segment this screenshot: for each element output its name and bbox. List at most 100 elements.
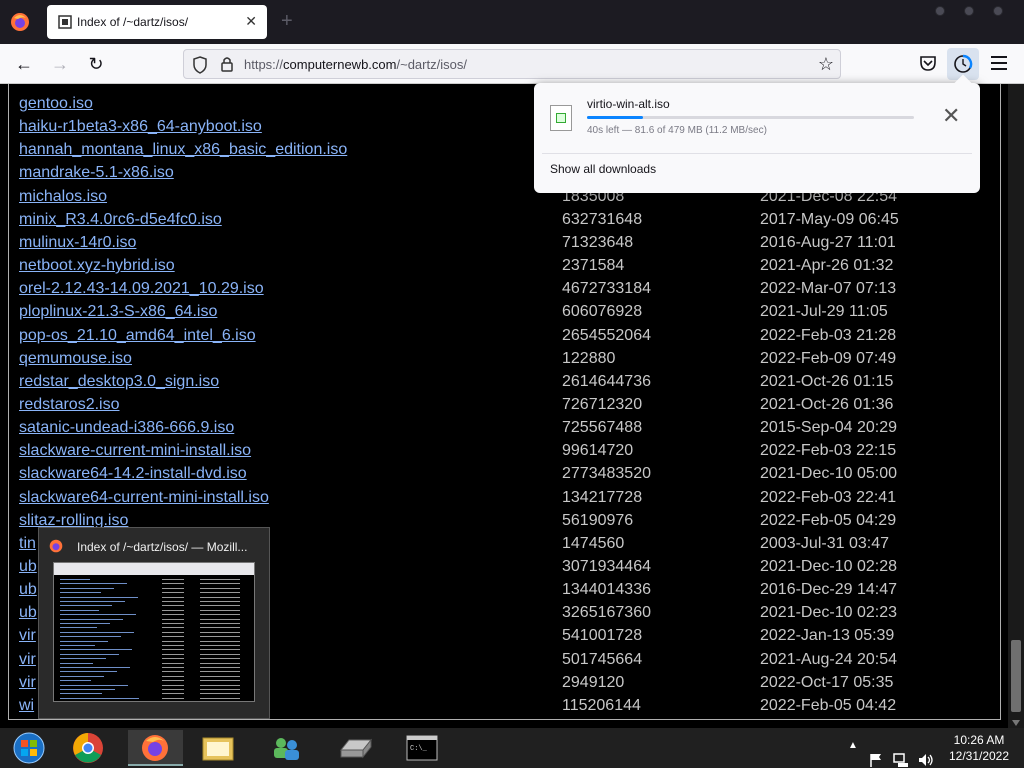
new-tab-button[interactable]: + [281, 10, 293, 33]
file-date: 2021-Dec-10 02:28 [760, 558, 897, 575]
thumbnail-line [200, 623, 240, 624]
thumbnail-line [200, 579, 240, 580]
thumbnail-line [60, 636, 121, 638]
menu-icon[interactable] [991, 56, 1007, 70]
pocket-icon[interactable] [918, 53, 938, 73]
file-link[interactable]: orel-2.12.43-14.09.2021_10.29.iso [19, 279, 264, 299]
file-link[interactable]: mandrake-5.1-x86.iso [19, 163, 174, 183]
download-filename[interactable]: virtio-win-alt.iso [587, 97, 670, 111]
file-link[interactable]: ub [19, 580, 37, 600]
taskbar-window-preview[interactable]: Index of /~dartz/isos/ — Mozill... [38, 527, 270, 719]
close-tab-icon[interactable]: ✕ [245, 13, 257, 30]
file-link[interactable]: ploplinux-21.3-S-x86_64.iso [19, 302, 217, 322]
file-link[interactable]: tin [19, 534, 36, 554]
cancel-download-icon[interactable]: ✕ [942, 105, 960, 127]
file-size: 56190976 [562, 511, 634, 529]
thumbnail-line [200, 697, 240, 699]
file-link[interactable]: pop-os_21.10_amd64_intel_6.iso [19, 326, 256, 346]
file-link[interactable]: vir [19, 673, 36, 693]
thumbnail-line [200, 662, 240, 664]
scrollbar-thumb[interactable] [1011, 640, 1021, 712]
file-link[interactable]: netboot.xyz-hybrid.iso [19, 256, 175, 276]
file-link[interactable]: gentoo.iso [19, 94, 93, 114]
thumbnail-line [60, 693, 102, 695]
file-link[interactable]: slackware-current-mini-install.iso [19, 441, 251, 461]
action-center-flag-icon[interactable] [868, 740, 884, 768]
show-all-downloads-button[interactable]: Show all downloads [550, 162, 656, 176]
file-link[interactable]: slackware64-14.2-install-dvd.iso [19, 464, 247, 484]
minimize-button[interactable] [935, 6, 945, 16]
file-size: 726712320 [562, 395, 643, 413]
file-link[interactable]: minix_R3.4.0rc6-d5e4fc0.iso [19, 210, 222, 230]
file-link[interactable]: hannah_montana_linux_x86_basic_edition.i… [19, 140, 347, 160]
thumbnail-line [60, 662, 93, 664]
thumbnail-line [162, 680, 184, 682]
file-date: 2017-May-09 06:45 [760, 210, 899, 228]
show-hidden-icons-chevron-icon[interactable]: ▲ [848, 740, 858, 768]
file-size: 2654552064 [562, 326, 651, 344]
firefox-icon[interactable] [10, 12, 30, 32]
maximize-button[interactable] [964, 6, 974, 16]
thumbnail-line [60, 623, 110, 624]
taskbar-drive-app[interactable] [331, 730, 381, 766]
thumbnail-line [200, 658, 240, 660]
thumbnail-line [60, 689, 115, 690]
thumbnail-line [162, 689, 184, 690]
forward-button[interactable]: → [50, 54, 70, 74]
back-button[interactable]: ← [14, 54, 34, 74]
file-link[interactable]: vir [19, 626, 36, 646]
thumbnail-line [200, 649, 240, 651]
close-window-button[interactable] [993, 6, 1003, 16]
volume-icon[interactable] [917, 740, 935, 768]
taskbar-network-app[interactable] [261, 730, 311, 766]
page-scrollbar[interactable] [1008, 84, 1024, 728]
thumbnail-line [60, 601, 125, 602]
list-item: minix_R3.4.0rc6-d5e4fc0.iso 632731648 2017… [19, 210, 919, 233]
file-link[interactable]: wi [19, 696, 34, 716]
file-link[interactable]: mulinux-14r0.iso [19, 233, 136, 253]
file-link[interactable]: satanic-undead-i386-666.9.iso [19, 418, 234, 438]
lock-icon[interactable] [220, 56, 234, 72]
file-link[interactable]: vir [19, 650, 36, 670]
terminal-icon: C:\_ [406, 735, 438, 761]
file-size: 99614720 [562, 442, 634, 460]
thumbnail-line [200, 689, 240, 690]
taskbar-chrome[interactable] [63, 730, 113, 766]
taskbar-file-explorer[interactable] [193, 730, 243, 766]
file-link[interactable]: qemumouse.iso [19, 349, 132, 369]
divider [542, 153, 972, 154]
url-bar[interactable]: https://computernewb.com/~dartz/isos/ ☆ [183, 49, 841, 79]
file-link[interactable]: ub [19, 557, 37, 577]
file-icon [550, 105, 572, 131]
file-size: 4672733184 [562, 280, 651, 298]
file-link[interactable]: redstaros2.iso [19, 395, 120, 415]
scroll-down-arrow-icon[interactable] [1012, 720, 1020, 726]
file-size: 71323648 [562, 233, 634, 251]
file-link[interactable]: haiku-r1beta3-x86_64-anyboot.iso [19, 117, 262, 137]
tab-active[interactable]: Index of /~dartz/isos/ ✕ [47, 5, 267, 39]
list-item: redstar_desktop3.0_sign.iso 2614644736 202… [19, 372, 919, 395]
preview-thumbnail[interactable] [53, 562, 255, 702]
file-link[interactable]: redstar_desktop3.0_sign.iso [19, 372, 219, 392]
thumbnail-line [200, 671, 240, 673]
taskbar-firefox[interactable] [128, 730, 183, 766]
thumbnail-line [162, 653, 184, 655]
firefox-icon [49, 539, 63, 553]
taskbar-command-prompt[interactable]: C:\_ [397, 730, 447, 766]
thumbnail-line [200, 631, 240, 633]
url-text: https://computernewb.com/~dartz/isos/ [244, 57, 467, 72]
start-button[interactable] [3, 730, 53, 766]
file-date: 2022-Feb-09 07:49 [760, 349, 897, 367]
bookmark-star-icon[interactable]: ☆ [818, 54, 834, 75]
thumbnail-line [162, 645, 184, 646]
thumbnail-line [200, 636, 240, 638]
file-link[interactable]: michalos.iso [19, 187, 107, 207]
file-link[interactable]: ub [19, 603, 37, 623]
shield-icon[interactable] [192, 56, 208, 74]
network-icon[interactable] [892, 740, 910, 768]
clock-time: 10:26 AM [953, 733, 1005, 747]
file-link[interactable]: slackware64-current-mini-install.iso [19, 488, 269, 508]
reload-button[interactable]: ↻ [86, 54, 106, 74]
file-size: 2773483520 [562, 465, 651, 483]
system-clock[interactable]: 10:26 AM 12/31/2022 [940, 732, 1018, 764]
